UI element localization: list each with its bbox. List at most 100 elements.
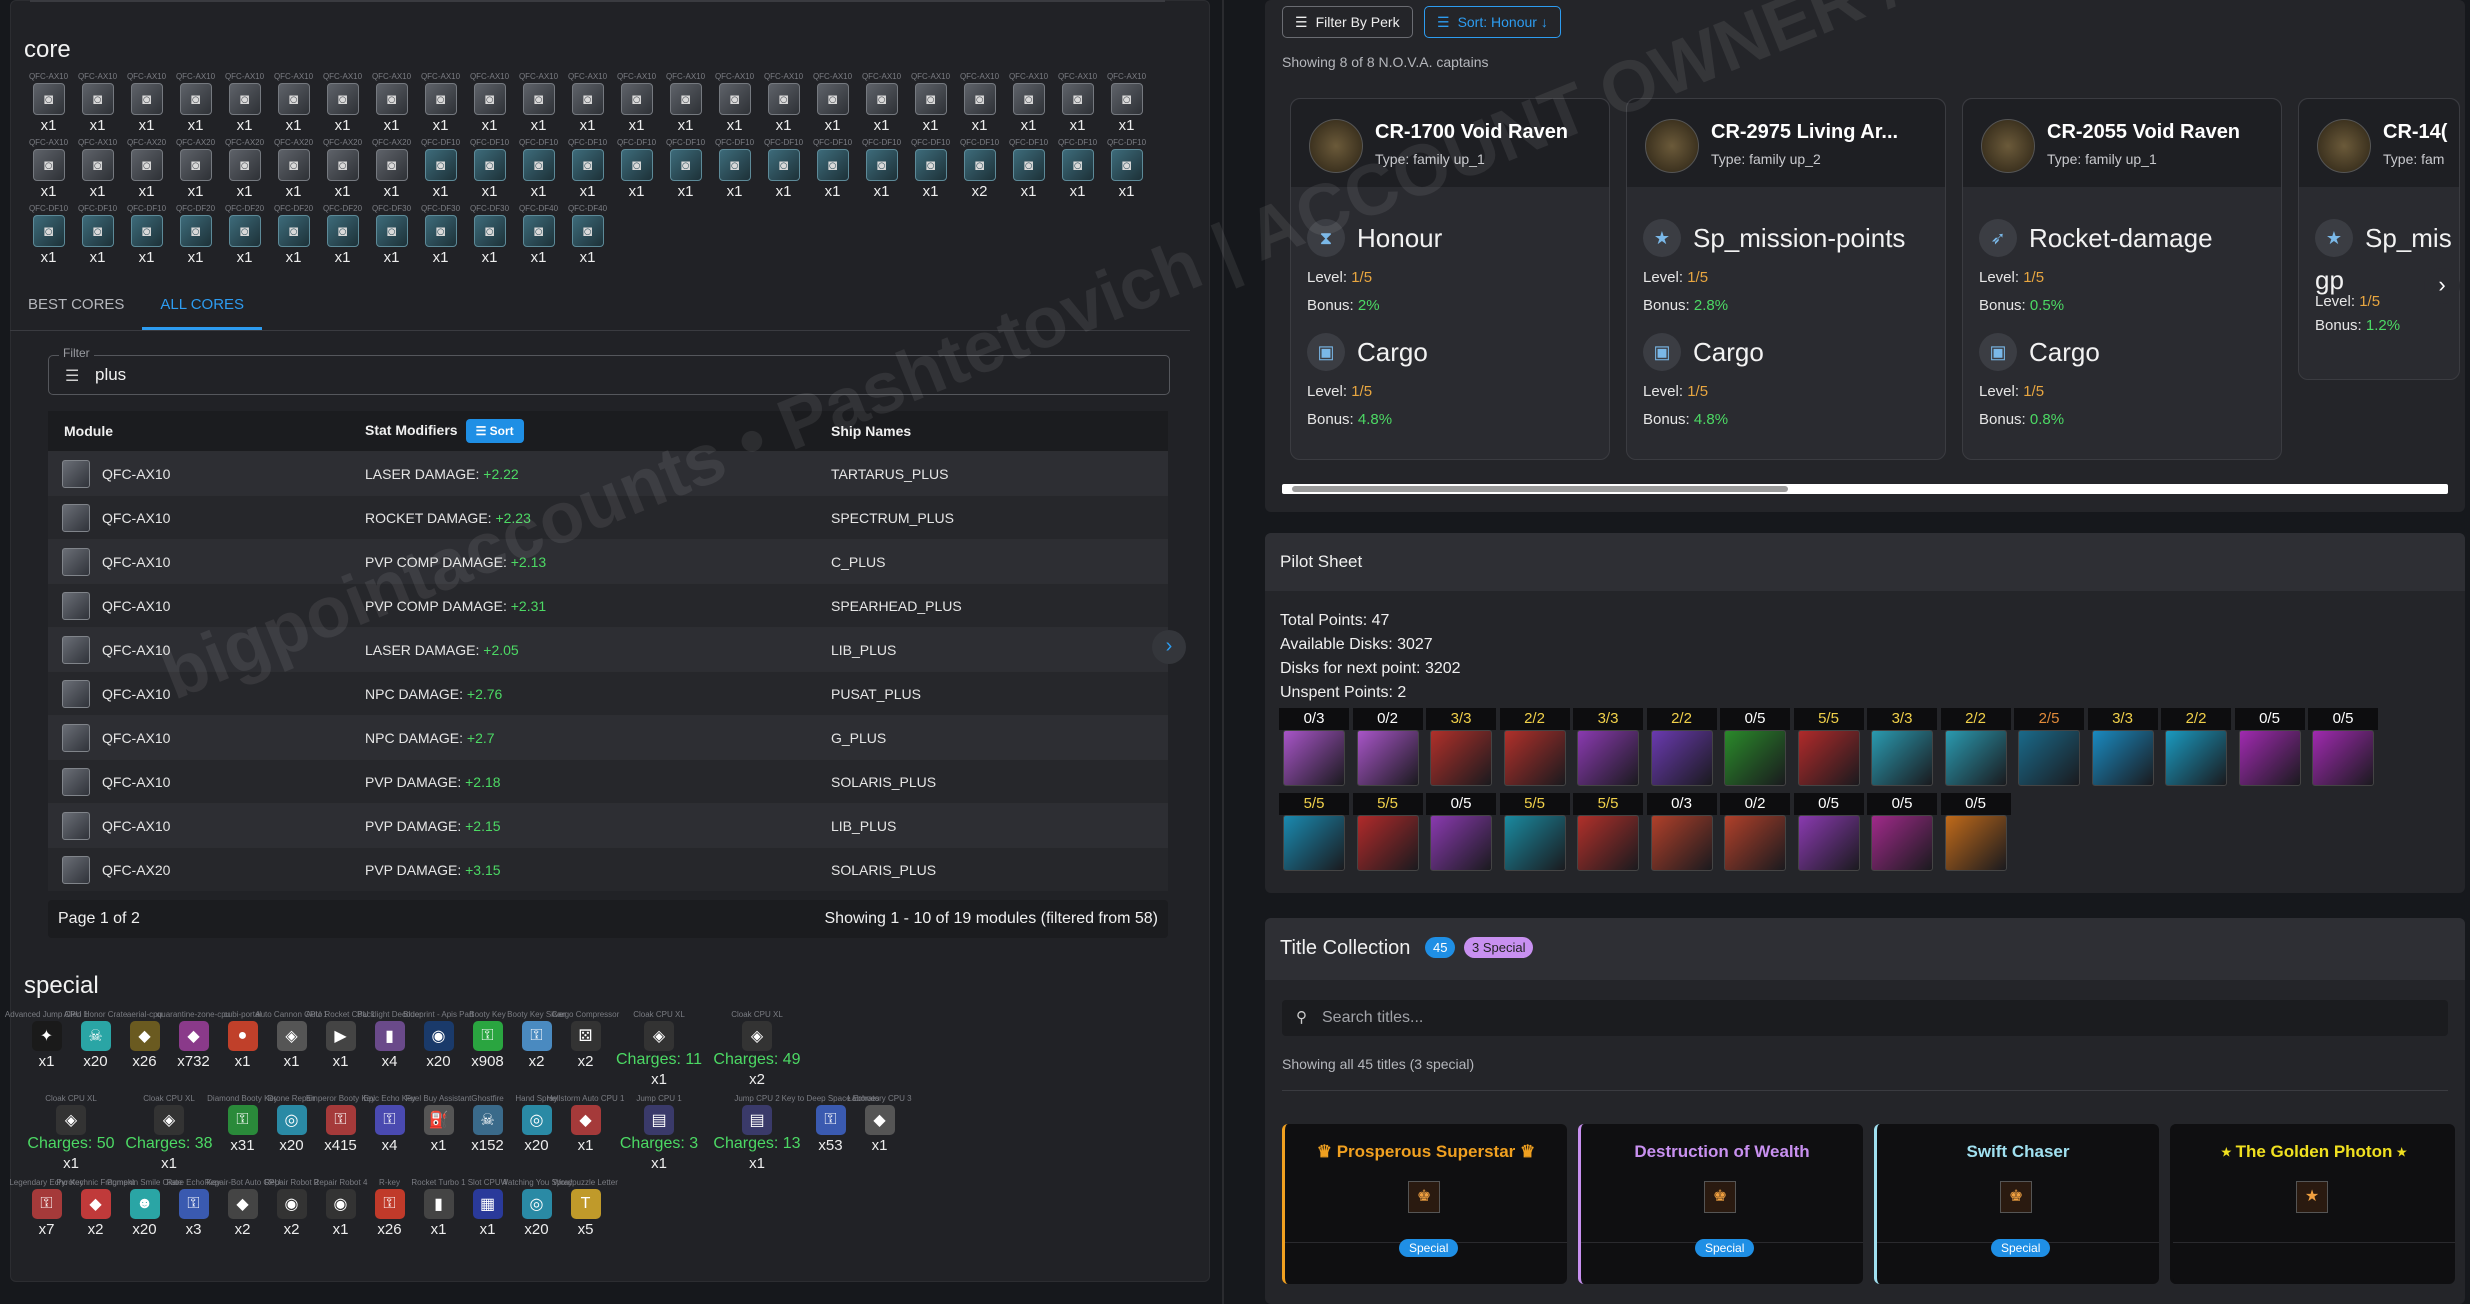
skill-slot[interactable]: 0/5 — [2308, 708, 2378, 786]
scrollbar-thumb[interactable] — [1292, 486, 1788, 492]
special-item[interactable]: Pumpkin Smile Crate ☻ x20 — [107, 1178, 182, 1238]
core-module[interactable]: QFC-AX10 ◙ x1 — [612, 72, 661, 134]
core-module[interactable]: QFC-DF20 ◙ x1 — [269, 204, 318, 266]
special-item[interactable]: Key to Deep Space Echoes ⚿ x53 — [782, 1094, 880, 1172]
core-module[interactable]: QFC-DF20 ◙ x1 — [171, 204, 220, 266]
skill-slot[interactable]: 0/5 — [1940, 793, 2011, 871]
skill-slot[interactable]: 0/3 — [1646, 793, 1717, 871]
core-module[interactable]: QFC-AX10 ◙ x1 — [759, 72, 808, 134]
skill-slot[interactable]: 5/5 — [1573, 793, 1643, 871]
skill-slot[interactable]: 5/5 — [1499, 793, 1570, 871]
special-item[interactable]: Auto Cannon CPU 1 ◈ x1 — [255, 1010, 328, 1088]
tab-best-cores[interactable]: BEST CORES — [10, 282, 142, 330]
core-module[interactable]: QFC-AX20 ◙ x1 — [367, 138, 416, 200]
sort-honour-button[interactable]: ☰ Sort: Honour ↓ — [1424, 6, 1561, 38]
special-item[interactable]: Cloak CPU XL ◈ Charges: 49 x2 — [708, 1010, 806, 1088]
table-row[interactable]: QFC-AX10 PVP DAMAGE: +2.18 SOLARIS_PLUS — [48, 759, 1168, 803]
core-module[interactable]: QFC-DF40 ◙ x1 — [514, 204, 563, 266]
core-module[interactable]: QFC-DF10 ◙ x1 — [906, 138, 955, 200]
scroll-right-button[interactable]: › — [1152, 630, 1186, 664]
core-module[interactable]: QFC-AX10 ◙ x1 — [465, 72, 514, 134]
table-row[interactable]: QFC-AX10 NPC DAMAGE: +2.7 G_PLUS — [48, 715, 1168, 759]
special-item[interactable]: Backlight Decoder ▮ x4 — [357, 1010, 422, 1088]
special-item[interactable]: Rocket Turbo 1 ▮ x1 — [411, 1178, 465, 1238]
skill-slot[interactable]: 3/3 — [1426, 708, 1496, 786]
core-module[interactable]: QFC-DF10 ◙ x1 — [808, 138, 857, 200]
special-item[interactable]: Laboratory CPU 3 ◆ x1 — [847, 1094, 911, 1172]
special-item[interactable]: Epic Echo Key ⚿ x4 — [363, 1094, 415, 1172]
special-item[interactable]: Booty Key Silver ⚿ x2 — [507, 1010, 566, 1088]
skill-slot[interactable]: 0/5 — [1793, 793, 1864, 871]
core-module[interactable]: QFC-DF10 ◙ x1 — [514, 138, 563, 200]
skill-slot[interactable]: 5/5 — [1279, 793, 1349, 871]
skill-slot[interactable]: 3/3 — [1573, 708, 1643, 786]
core-module[interactable]: QFC-DF10 ◙ x1 — [1004, 138, 1053, 200]
core-module[interactable]: QFC-DF10 ◙ x1 — [857, 138, 906, 200]
core-module[interactable]: QFC-AX10 ◙ x1 — [122, 72, 171, 134]
title-card[interactable]: ♛ Prosperous Superstar ♛ ♚ Special — [1282, 1124, 1567, 1284]
special-item[interactable]: Ghostfire ☠ x152 — [463, 1094, 512, 1172]
captain-card[interactable]: CR-2055 Void Raven Type: family up_1 ➶ Rock… — [1962, 98, 2282, 460]
captain-card[interactable]: CR-2975 Living Ar... Type: family up_2 ★ Sp… — [1626, 98, 1946, 460]
captain-card[interactable]: CR-14(Type: fam ★ Sp_mis Level: 1/5 Bonus: 1… — [2298, 98, 2460, 380]
core-module[interactable]: QFC-AX10 ◙ x1 — [220, 72, 269, 134]
special-item[interactable]: Hellstorm Auto CPU 1 ◆ x1 — [547, 1094, 625, 1172]
title-search[interactable]: ⚲ Search titles... — [1282, 1000, 2448, 1036]
special-item[interactable]: aerial-cpu ◆ x26 — [120, 1010, 169, 1088]
core-module[interactable]: QFC-AX10 ◙ x1 — [857, 72, 906, 134]
core-module[interactable]: QFC-AX10 ◙ x1 — [24, 72, 73, 134]
table-row[interactable]: QFC-AX10 PVP COMP DAMAGE: +2.31 SPEARHEAD_… — [48, 583, 1168, 627]
special-item[interactable]: Advanced Jump CPU 1 ✦ x1 — [5, 1010, 88, 1088]
core-module[interactable]: QFC-AX10 ◙ x1 — [1102, 72, 1151, 134]
table-row[interactable]: QFC-AX10 PVP COMP DAMAGE: +2.13 C_PLUS — [48, 539, 1168, 583]
core-module[interactable]: QFC-AX10 ◙ x1 — [73, 138, 122, 200]
core-module[interactable]: QFC-DF30 ◙ x1 — [416, 204, 465, 266]
special-item[interactable]: Alien Honor Crate ☠ x20 — [64, 1010, 128, 1088]
skill-slot[interactable]: 0/5 — [1867, 793, 1937, 871]
sort-button[interactable]: ☰ Sort — [465, 419, 524, 443]
skill-slot[interactable]: 5/5 — [1793, 708, 1864, 786]
core-module[interactable]: QFC-DF10 ◙ x2 — [955, 138, 1004, 200]
core-module[interactable]: QFC-DF10 ◙ x1 — [1102, 138, 1151, 200]
skill-slot[interactable]: 0/2 — [1352, 708, 1423, 786]
title-card[interactable]: ⭑ The Golden Photon ⭑ ★ — [2170, 1124, 2455, 1284]
table-row[interactable]: QFC-AX10 PVP DAMAGE: +2.15 LIB_PLUS — [48, 803, 1168, 847]
core-module[interactable]: QFC-DF10 ◙ x1 — [416, 138, 465, 200]
core-module[interactable]: QFC-AX20 ◙ x1 — [269, 138, 318, 200]
special-item[interactable]: cubi-portal ● x1 — [218, 1010, 267, 1088]
skill-slot[interactable]: 2/2 — [1646, 708, 1717, 786]
core-module[interactable]: QFC-DF10 ◙ x1 — [465, 138, 514, 200]
title-card[interactable]: Destruction of Wealth ♚ Special — [1578, 1124, 1863, 1284]
table-row[interactable]: QFC-AX10 LASER DAMAGE: +2.22 TARTARUS_PLUS — [48, 451, 1168, 495]
filter-by-perk-button[interactable]: ☰ Filter By Perk — [1282, 6, 1413, 38]
special-item[interactable]: Cloak CPU XL ◈ Charges: 50 x1 — [22, 1094, 120, 1172]
core-module[interactable]: QFC-AX10 ◙ x1 — [563, 72, 612, 134]
core-module[interactable]: QFC-DF30 ◙ x1 — [367, 204, 416, 266]
core-module[interactable]: QFC-AX10 ◙ x1 — [171, 72, 220, 134]
captain-card[interactable]: CR-1700 Void Raven Type: family up_1 ⧗ Hono… — [1290, 98, 1610, 460]
core-module[interactable]: QFC-DF10 ◙ x1 — [759, 138, 808, 200]
skill-slot[interactable]: 2/2 — [2161, 708, 2231, 786]
special-item[interactable]: Emperor Booty Key ⚿ x415 — [306, 1094, 375, 1172]
special-item[interactable]: Cargo Compressor ⚄ x2 — [552, 1010, 620, 1088]
table-row[interactable]: QFC-AX10 NPC DAMAGE: +2.76 PUSAT_PLUS — [48, 671, 1168, 715]
special-item[interactable]: Drone Repair ◎ x20 — [267, 1094, 316, 1172]
skill-slot[interactable]: 3/3 — [2087, 708, 2158, 786]
core-module[interactable]: QFC-AX10 ◙ x1 — [73, 72, 122, 134]
core-module[interactable]: QFC-DF10 ◙ x1 — [122, 204, 171, 266]
table-row[interactable]: QFC-AX10 ROCKET DAMAGE: +2.23 SPECTRUM_PLU… — [48, 495, 1168, 539]
core-module[interactable]: QFC-AX20 ◙ x1 — [220, 138, 269, 200]
special-item[interactable]: Repair-Bot Auto CPU ◆ x2 — [205, 1178, 281, 1238]
core-module[interactable]: QFC-DF10 ◙ x1 — [612, 138, 661, 200]
core-module[interactable]: QFC-DF10 ◙ x1 — [73, 204, 122, 266]
core-module[interactable]: QFC-DF40 ◙ x1 — [563, 204, 612, 266]
special-item[interactable]: quarantine-zone-cpu ◆ x732 — [157, 1010, 230, 1088]
core-module[interactable]: QFC-AX10 ◙ x1 — [24, 138, 73, 200]
core-module[interactable]: QFC-DF30 ◙ x1 — [465, 204, 514, 266]
core-module[interactable]: QFC-AX20 ◙ x1 — [122, 138, 171, 200]
tab-all-cores[interactable]: ALL CORES — [142, 282, 263, 330]
special-item[interactable]: Jump CPU 2 ▤ Charges: 13 x1 — [708, 1094, 806, 1172]
title-card[interactable]: Swift Chaser ♚ Special — [1874, 1124, 2159, 1284]
core-module[interactable]: QFC-AX10 ◙ x1 — [906, 72, 955, 134]
special-item[interactable]: Blueprint - Apis Part ◉ x20 — [403, 1010, 474, 1088]
